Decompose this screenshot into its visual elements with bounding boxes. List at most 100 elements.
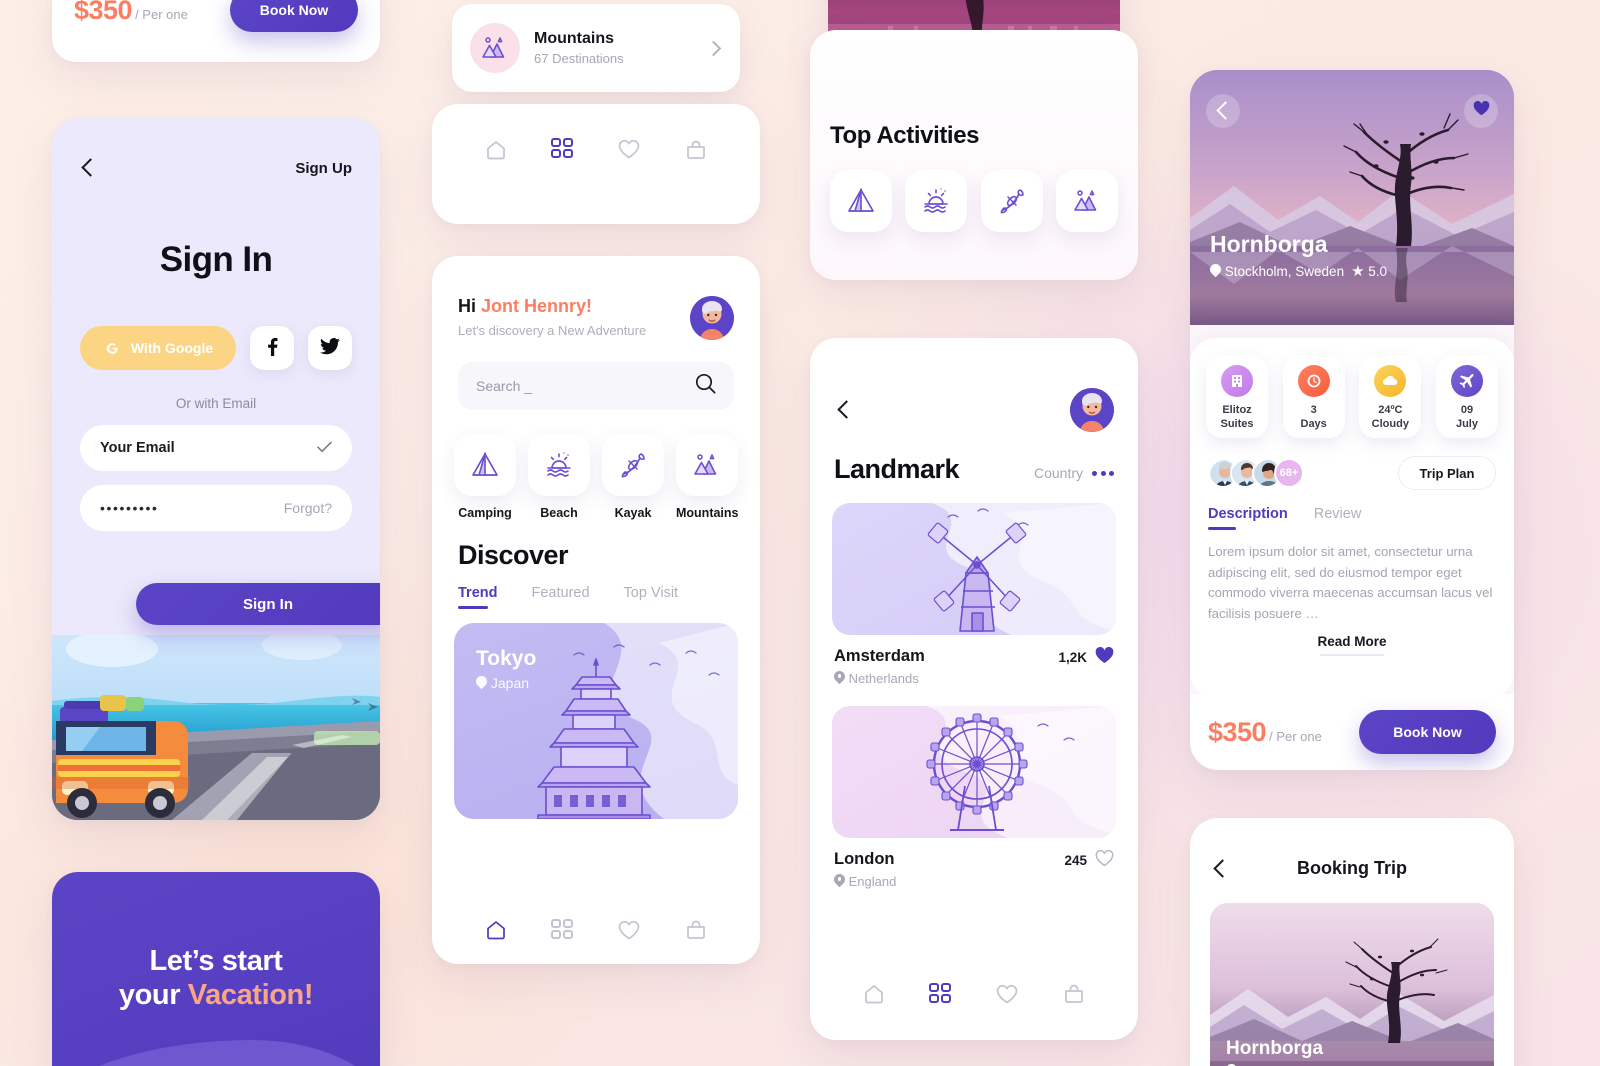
chip-line-2: Cloudy xyxy=(1371,417,1409,430)
detail-sheet: Elitoz Suites 3 Days 24ºC Cloudy 09 July… xyxy=(1190,338,1514,698)
book-now-button[interactable]: Book Now xyxy=(230,0,358,32)
facebook-icon xyxy=(267,337,278,359)
google-label: With Google xyxy=(130,340,214,356)
tab-description[interactable]: Description xyxy=(1208,506,1288,530)
trip-plan-button[interactable]: Trip Plan xyxy=(1398,456,1496,490)
nav-bag-icon[interactable] xyxy=(684,138,708,162)
avatar[interactable] xyxy=(1070,388,1114,432)
traveler-avatars-more[interactable]: 68+ xyxy=(1274,458,1304,488)
forgot-password-link[interactable]: Forgot? xyxy=(284,500,332,516)
tab-trend[interactable]: Trend xyxy=(458,585,497,609)
greeting-row: Hi Jont Hennry! Let's discovery a New Ad… xyxy=(432,256,760,340)
destination-name: London xyxy=(834,850,895,868)
nav-bag-icon[interactable] xyxy=(684,918,708,942)
chevron-right-icon[interactable] xyxy=(706,40,722,56)
tab-featured[interactable]: Featured xyxy=(531,585,589,609)
category-label: Mountains xyxy=(676,506,739,520)
price-block: $350/ Per one xyxy=(74,0,188,26)
twitter-signin-button[interactable] xyxy=(308,326,352,370)
info-chip-hotel[interactable]: Elitoz Suites xyxy=(1206,356,1268,438)
nav-grid-icon[interactable] xyxy=(929,983,952,1005)
discover-tabs: Trend Featured Top Visit xyxy=(432,571,760,609)
category-kayak[interactable]: Kayak xyxy=(602,434,664,520)
page-title: Landmark xyxy=(834,454,960,484)
promo-heading: Let’s start your Vacation! xyxy=(52,944,380,1012)
list-item[interactable]: Amsterdam Netherlands 1,2K xyxy=(832,503,1116,686)
country-filter-label: Country xyxy=(1033,465,1083,481)
chip-line-2: Days xyxy=(1300,417,1327,430)
nav-grid-icon[interactable] xyxy=(551,138,574,160)
nav-bag-icon[interactable] xyxy=(1062,982,1086,1006)
back-icon xyxy=(1213,101,1233,121)
detail-location-label: Stockholm, Sweden xyxy=(1224,264,1345,279)
chip-line-2: Suites xyxy=(1220,417,1254,430)
featured-destination-card[interactable]: Tokyo Japan xyxy=(454,623,738,819)
avatar[interactable] xyxy=(690,296,734,340)
password-field[interactable]: ••••••••• Forgot? xyxy=(80,485,352,531)
email-field[interactable]: Your Email xyxy=(80,425,352,471)
list-item-text: London England xyxy=(834,850,896,889)
nav-home-icon[interactable] xyxy=(484,138,508,162)
hero-image: Hornborga Stockholm, Sweden ★ 5.0 xyxy=(1190,70,1514,325)
sign-up-link[interactable]: Sign Up xyxy=(295,160,352,177)
category-camping[interactable]: Camping xyxy=(454,434,516,520)
traveler-avatars[interactable]: 68+ xyxy=(1208,458,1304,488)
page-title: Booking Trip xyxy=(1297,858,1407,878)
category-label: Beach xyxy=(540,506,578,520)
heart-outline-icon[interactable] xyxy=(1095,849,1114,870)
search-input[interactable]: Search _ xyxy=(458,362,734,410)
booking-destination-thumb[interactable]: Hornborga Stockholm, Sweden ★ 5.0 xyxy=(1210,903,1494,1066)
activity-kayak-icon[interactable] xyxy=(980,170,1043,232)
mountains-title: Mountains xyxy=(534,30,614,47)
facebook-signin-button[interactable] xyxy=(250,326,294,370)
more-dots-icon[interactable] xyxy=(1092,471,1114,476)
description-text: Lorem ipsum dolor sit amet, consectetur … xyxy=(1208,544,1493,621)
nav-home-icon[interactable] xyxy=(862,982,886,1006)
promo-line-2-accent: Vacation! xyxy=(187,979,314,1012)
list-item[interactable]: London England 245 xyxy=(832,706,1116,889)
back-icon[interactable] xyxy=(1210,859,1230,879)
info-chip-weather[interactable]: 24ºC Cloudy xyxy=(1359,356,1422,438)
favorite-button[interactable] xyxy=(1464,94,1498,128)
book-now-button[interactable]: Book Now xyxy=(1359,710,1496,754)
like-counter[interactable]: 1,2K xyxy=(1058,646,1114,667)
back-icon[interactable] xyxy=(834,400,854,420)
tab-review[interactable]: Review xyxy=(1314,506,1362,530)
bus-illustration xyxy=(52,635,380,820)
mountains-icon xyxy=(676,434,738,496)
like-counter[interactable]: 245 xyxy=(1064,849,1114,870)
nav-heart-icon[interactable] xyxy=(617,919,641,941)
info-chip-date[interactable]: 09 July xyxy=(1435,356,1498,438)
back-icon[interactable] xyxy=(78,158,98,178)
location-pin-icon xyxy=(834,874,845,888)
search-icon[interactable] xyxy=(695,373,716,399)
nav-heart-icon[interactable] xyxy=(617,138,641,160)
nav-heart-icon[interactable] xyxy=(995,983,1019,1005)
mountains-category-card[interactable]: Mountains 67 Destinations xyxy=(452,4,740,92)
back-button[interactable] xyxy=(1206,94,1240,128)
greeting-prefix: Hi xyxy=(458,296,482,316)
featured-city: Tokyo xyxy=(476,647,537,670)
greeting-title: Hi Jont Hennry! xyxy=(458,296,646,317)
activity-tent-icon[interactable] xyxy=(830,170,892,232)
price-amount: $350 xyxy=(1208,716,1267,747)
location-pin-icon xyxy=(476,676,487,690)
activity-mountains-icon[interactable] xyxy=(1055,170,1118,232)
category-mountains[interactable]: Mountains xyxy=(676,434,739,520)
tab-top-visit[interactable]: Top Visit xyxy=(624,585,679,609)
list-item-text: Amsterdam Netherlands xyxy=(834,647,925,686)
nav-grid-icon[interactable] xyxy=(551,919,574,941)
landmark-screen: Landmark Country Amsterdam Netherlands 1… xyxy=(810,338,1138,1040)
read-more-link[interactable]: Read More xyxy=(1190,634,1514,649)
category-beach[interactable]: Beach xyxy=(528,434,590,520)
heart-filled-icon[interactable] xyxy=(1095,646,1114,667)
google-signin-button[interactable]: With Google xyxy=(80,326,236,370)
activity-beach-sunset-icon[interactable] xyxy=(905,170,968,232)
promo-line-2-plain: your xyxy=(118,979,188,1012)
featured-country: Japan xyxy=(476,675,536,691)
info-chip-duration[interactable]: 3 Days xyxy=(1282,356,1345,438)
sign-in-submit-button[interactable]: Sign In xyxy=(136,583,380,625)
search-placeholder: Search _ xyxy=(476,378,533,394)
country-filter[interactable]: Country xyxy=(1034,465,1114,483)
nav-home-icon[interactable] xyxy=(484,918,508,942)
